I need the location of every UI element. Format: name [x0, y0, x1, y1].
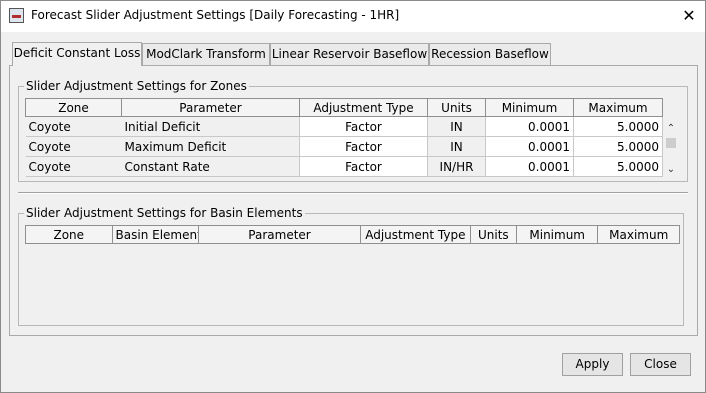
table-row[interactable]: Coyote Constant Rate Factor IN/HR 0.0001… — [25, 156, 663, 177]
cell-units[interactable]: IN/HR — [427, 156, 486, 177]
tab-recession-baseflow[interactable]: Recession Baseflow — [429, 43, 551, 65]
tab-linear-reservoir-baseflow[interactable]: Linear Reservoir Baseflow — [270, 43, 429, 65]
column-header-maximum[interactable]: Maximum — [597, 225, 680, 244]
zones-group-title: Slider Adjustment Settings for Zones — [24, 79, 249, 93]
window-title: Forecast Slider Adjustment Settings [Dai… — [31, 8, 400, 22]
column-header-zone[interactable]: Zone — [25, 98, 122, 117]
column-header-minimum[interactable]: Minimum — [485, 98, 574, 117]
table-row[interactable]: Coyote Initial Deficit Factor IN 0.0001 … — [25, 116, 663, 137]
column-header-adjustment-type[interactable]: Adjustment Type — [299, 98, 428, 117]
column-header-zone[interactable]: Zone — [25, 225, 113, 244]
scroll-down-arrow-icon[interactable]: ⌄ — [663, 162, 679, 178]
tab-deficit-constant-loss[interactable]: Deficit Constant Loss — [12, 42, 142, 66]
zones-vertical-scrollbar[interactable]: ⌃ ⌄ — [663, 118, 679, 179]
cell-zone[interactable]: Coyote — [25, 116, 122, 137]
group-separator — [18, 192, 688, 194]
basin-elements-table-header: Zone Basin Element Parameter Adjustment … — [25, 225, 680, 244]
basin-elements-table: Zone Basin Element Parameter Adjustment … — [25, 225, 680, 244]
close-button[interactable]: Close — [630, 353, 691, 376]
column-header-adjustment-type[interactable]: Adjustment Type — [360, 225, 471, 244]
close-window-icon[interactable]: ✕ — [676, 3, 702, 29]
cell-zone[interactable]: Coyote — [25, 136, 122, 157]
cell-maximum[interactable]: 5.0000 — [573, 136, 663, 157]
zones-table: Zone Parameter Adjustment Type Units Min… — [25, 98, 663, 177]
cell-units[interactable]: IN — [427, 116, 486, 137]
cell-zone[interactable]: Coyote — [25, 156, 122, 177]
column-header-maximum[interactable]: Maximum — [573, 98, 663, 117]
cell-minimum[interactable]: 0.0001 — [485, 116, 574, 137]
column-header-parameter[interactable]: Parameter — [121, 98, 300, 117]
cell-minimum[interactable]: 0.0001 — [485, 156, 574, 177]
tab-modclark-transform[interactable]: ModClark Transform — [142, 43, 270, 65]
column-header-basin-element[interactable]: Basin Element — [111, 225, 200, 244]
app-icon — [9, 8, 24, 23]
cell-adjustment-type[interactable]: Factor — [299, 156, 428, 177]
scroll-up-arrow-icon[interactable]: ⌃ — [663, 121, 679, 137]
zones-table-header: Zone Parameter Adjustment Type Units Min… — [25, 98, 663, 117]
column-header-units[interactable]: Units — [427, 98, 486, 117]
cell-maximum[interactable]: 5.0000 — [573, 116, 663, 137]
column-header-parameter[interactable]: Parameter — [198, 225, 362, 244]
basin-elements-group-title: Slider Adjustment Settings for Basin Ele… — [24, 206, 305, 220]
column-header-minimum[interactable]: Minimum — [515, 225, 599, 244]
scrollbar-thumb[interactable] — [666, 138, 676, 148]
title-bar: Forecast Slider Adjustment Settings [Dai… — [0, 0, 706, 32]
cell-maximum[interactable]: 5.0000 — [573, 156, 663, 177]
cell-parameter[interactable]: Maximum Deficit — [121, 136, 300, 157]
table-row[interactable]: Coyote Maximum Deficit Factor IN 0.0001 … — [25, 136, 663, 157]
apply-button[interactable]: Apply — [562, 353, 623, 376]
cell-units[interactable]: IN — [427, 136, 486, 157]
cell-parameter[interactable]: Initial Deficit — [121, 116, 300, 137]
cell-parameter[interactable]: Constant Rate — [121, 156, 300, 177]
cell-minimum[interactable]: 0.0001 — [485, 136, 574, 157]
column-header-units[interactable]: Units — [469, 225, 517, 244]
cell-adjustment-type[interactable]: Factor — [299, 136, 428, 157]
cell-adjustment-type[interactable]: Factor — [299, 116, 428, 137]
